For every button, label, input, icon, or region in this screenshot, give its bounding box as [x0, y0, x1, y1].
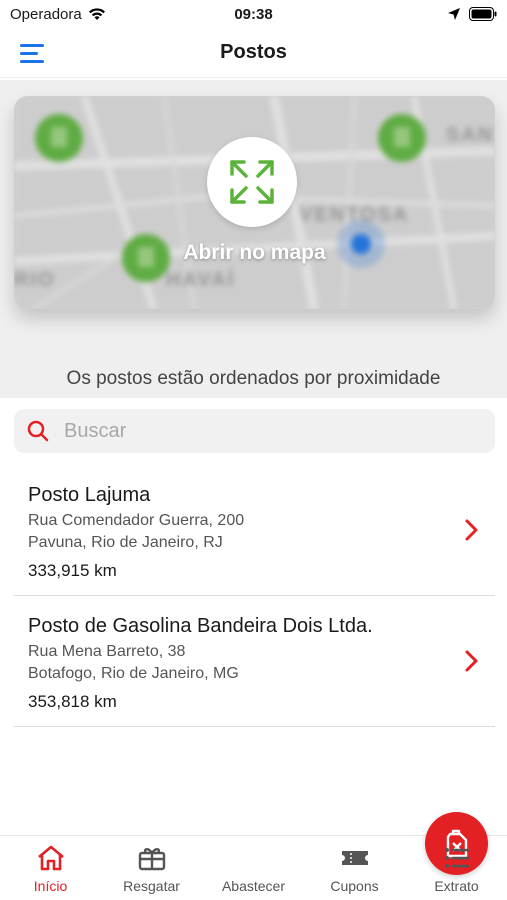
- tab-resgatar[interactable]: Resgatar: [101, 836, 202, 900]
- status-left: Operadora: [10, 6, 106, 23]
- search-icon: [27, 420, 49, 442]
- tab-cupons[interactable]: Cupons: [304, 836, 405, 900]
- ticket-icon: [342, 851, 368, 865]
- open-map-label: Abrir no mapa: [183, 241, 326, 264]
- gift-icon: [138, 848, 166, 871]
- station-name: Posto Lajuma: [28, 484, 151, 506]
- chevron-right-icon: [465, 650, 478, 672]
- tab-inicio[interactable]: Início: [0, 836, 101, 900]
- chevron-right-icon: [465, 519, 478, 541]
- tab-extrato[interactable]: Extrato: [406, 836, 507, 900]
- list-icon: [445, 848, 469, 868]
- station-address-line2: Botafogo, Rio de Janeiro, MG: [28, 665, 239, 682]
- page-title: Postos: [220, 41, 287, 63]
- list-item[interactable]: Posto de Gasolina Bandeira Dois Ltda. Ru…: [14, 597, 495, 727]
- nav-bar: Postos: [0, 28, 507, 78]
- location-arrow-icon: [448, 8, 460, 20]
- tab-abastecer[interactable]: Abastecer: [203, 812, 488, 900]
- menu-button[interactable]: [20, 42, 46, 64]
- status-right: [447, 7, 497, 21]
- tab-label: Cupons: [330, 878, 379, 894]
- hamburger-line: [20, 59, 44, 63]
- search-input[interactable]: [64, 419, 464, 443]
- carrier-label: Operadora: [10, 5, 82, 23]
- search-bar[interactable]: [14, 409, 495, 453]
- hamburger-line: [20, 51, 38, 55]
- home-icon: [38, 845, 64, 871]
- tab-label: Início: [33, 878, 68, 894]
- station-distance: 353,818 km: [28, 692, 117, 711]
- tab-bar: Início Resgatar Abastecer Cupons Extrato: [0, 812, 507, 900]
- station-address-line2: Pavuna, Rio de Janeiro, RJ: [28, 534, 223, 551]
- expand-button[interactable]: [207, 137, 297, 227]
- map-section: SAN VENTOSA HAVAÍ RIO Abrir no mapa Os p…: [0, 80, 507, 398]
- list-item[interactable]: Posto Lajuma Rua Comendador Guerra, 200 …: [14, 466, 495, 596]
- open-map-card[interactable]: SAN VENTOSA HAVAÍ RIO Abrir no mapa: [14, 96, 495, 309]
- station-distance: 333,915 km: [28, 561, 117, 580]
- station-name: Posto de Gasolina Bandeira Dois Ltda.: [28, 615, 373, 637]
- sort-note: Os postos estão ordenados por proximidad…: [66, 368, 441, 389]
- station-address-line1: Rua Comendador Guerra, 200: [28, 512, 245, 529]
- tab-label: Abastecer: [221, 878, 286, 894]
- hamburger-icon: [20, 43, 44, 47]
- tab-label: Resgatar: [123, 878, 180, 894]
- tab-label: Extrato: [434, 878, 479, 894]
- status-bar: Operadora 09:38: [0, 0, 507, 28]
- station-address-line1: Rua Mena Barreto, 38: [28, 643, 186, 660]
- expand-icon: [230, 160, 274, 204]
- battery-icon: [469, 7, 497, 21]
- wifi-icon: [88, 8, 105, 20]
